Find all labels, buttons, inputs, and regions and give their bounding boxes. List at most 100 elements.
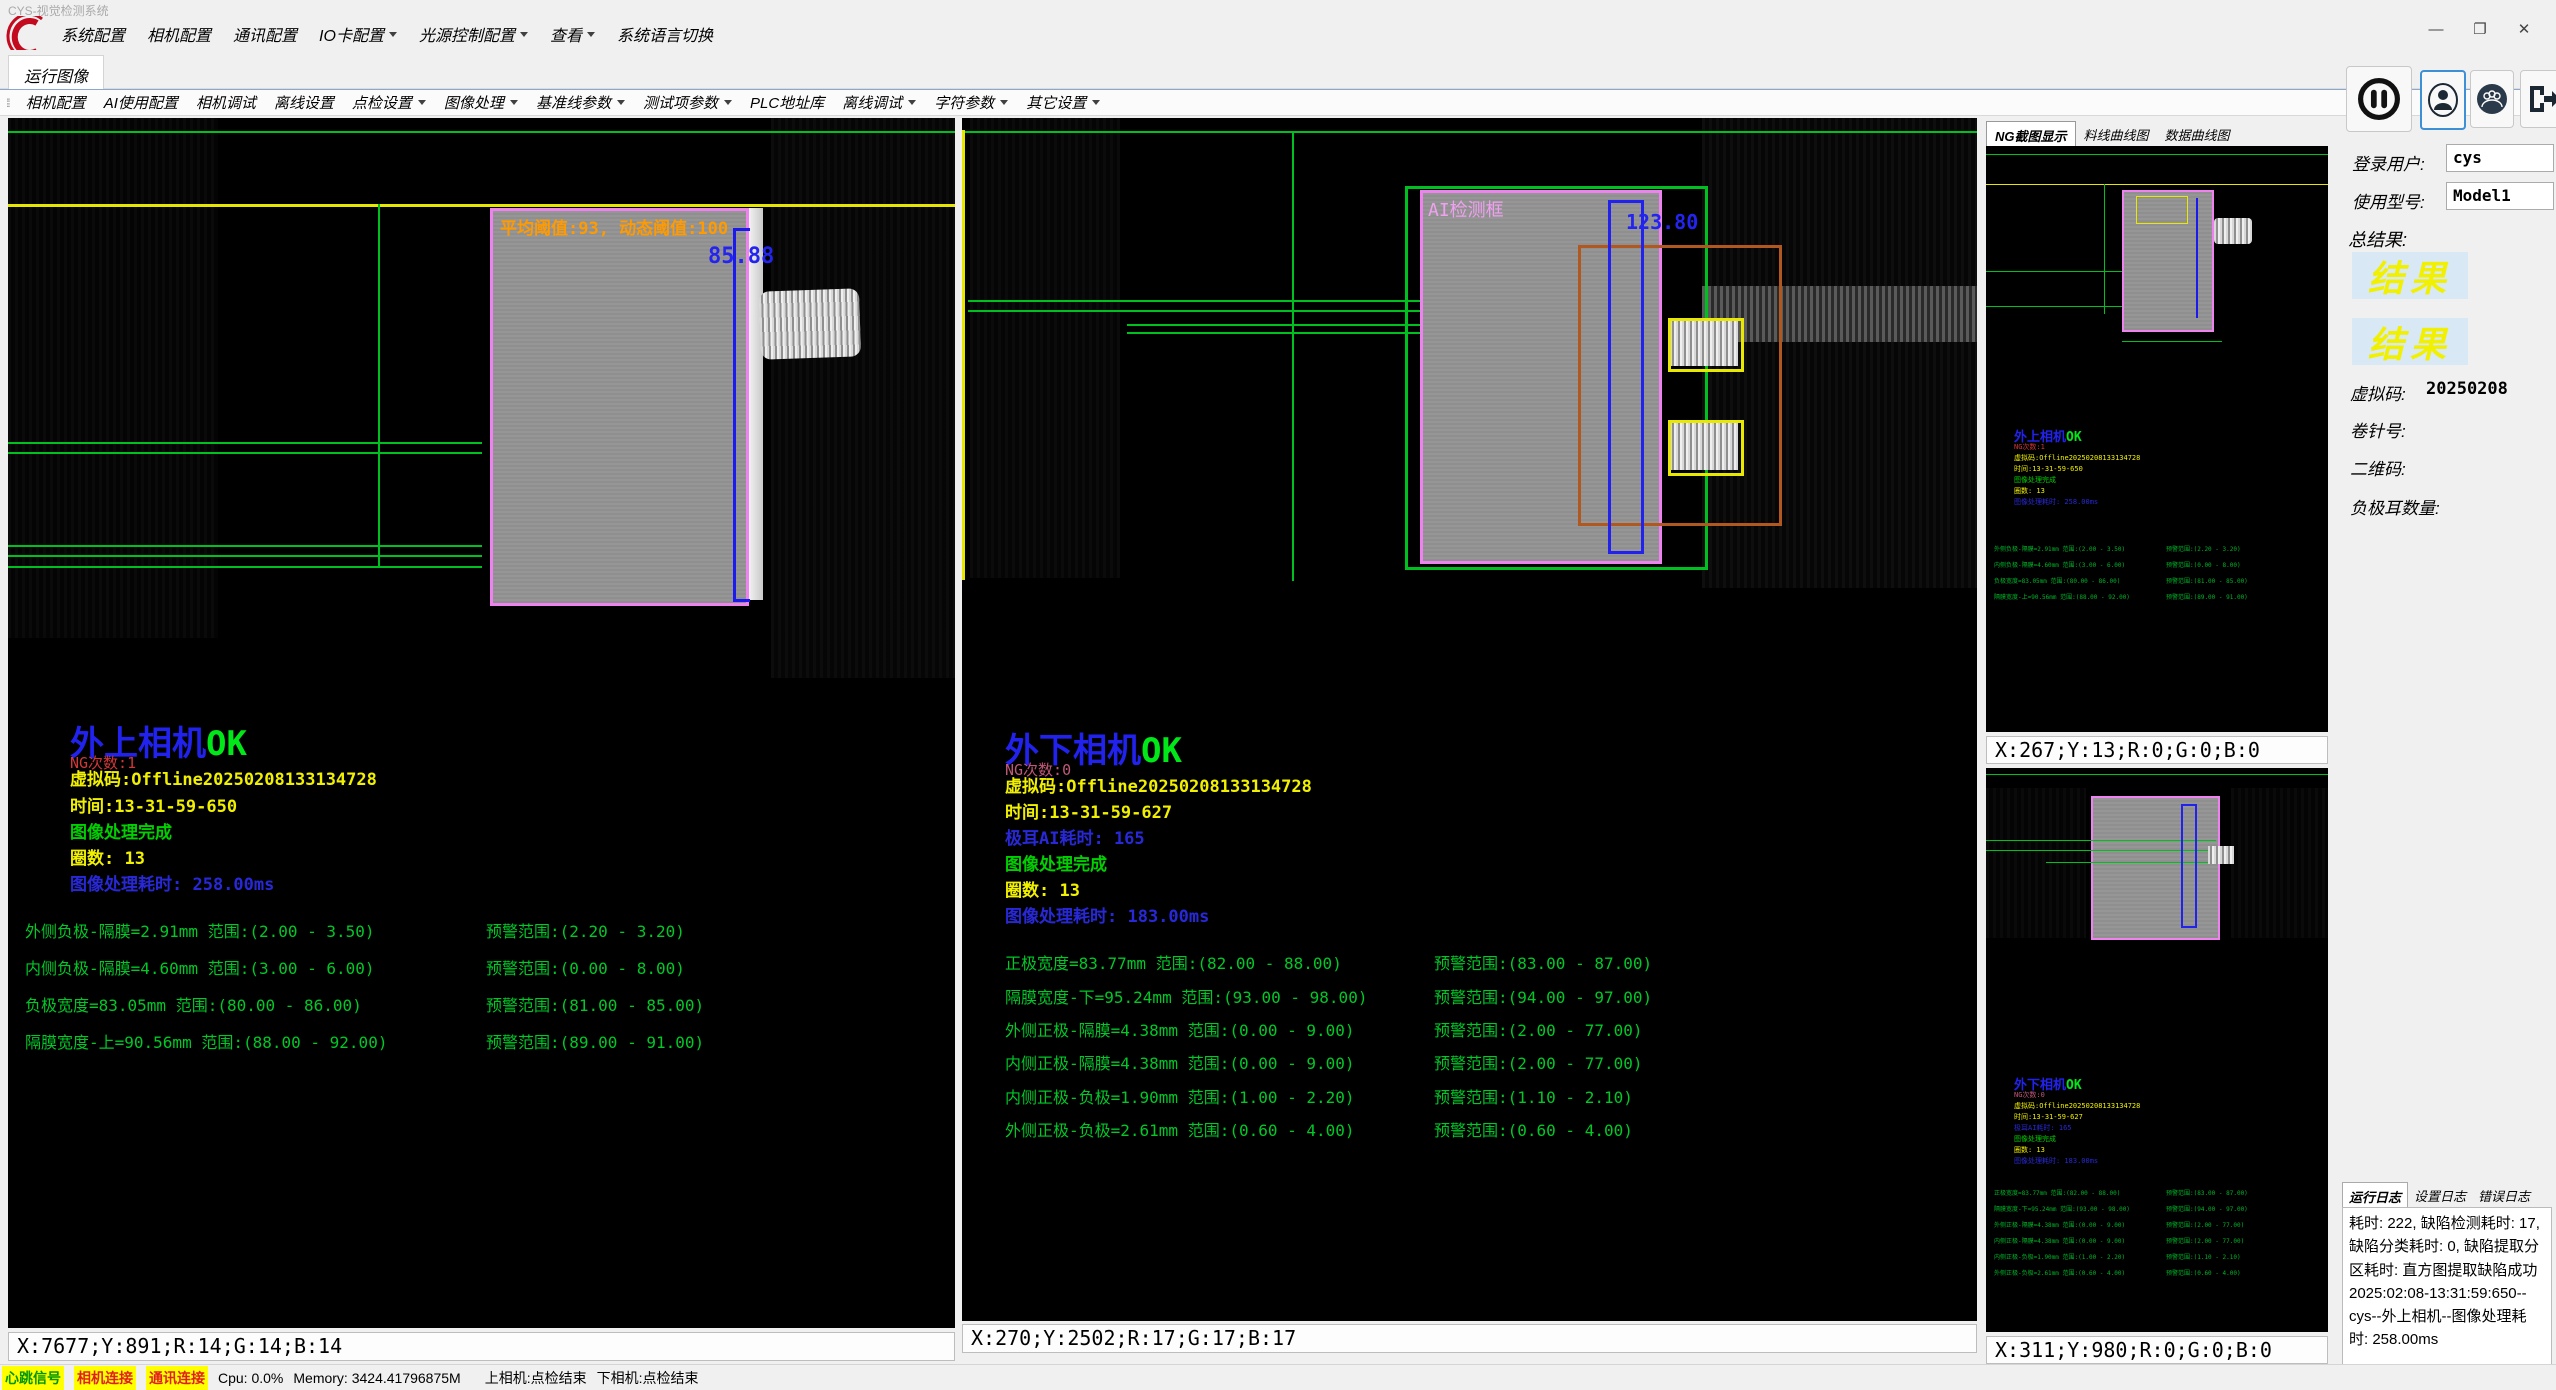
reference-line-vertical [2104, 184, 2105, 314]
tool-baseline-params[interactable]: 基准线参数 [527, 90, 634, 115]
menu-io-config[interactable]: IO卡配置 [310, 18, 406, 50]
close-button[interactable]: ✕ [2502, 16, 2546, 42]
mini-measurements: 正极宽度=83.77mm 范围:(82.00 - 88.00)预警范围:(83.… [1994, 1188, 2324, 1284]
reference-line [1986, 271, 2122, 272]
tab-ng-screenshot[interactable]: NG截图显示 [1986, 121, 2076, 149]
user-icon [2426, 80, 2460, 120]
user-button[interactable] [2420, 70, 2466, 130]
roller-texture [8, 118, 218, 638]
reference-line [1986, 774, 2328, 775]
model-input[interactable]: Model1 [2446, 182, 2554, 210]
virtual-code-label: 虚拟码: [2350, 380, 2406, 405]
tab-material-curve[interactable]: 料线曲线图 [2076, 121, 2157, 149]
menu-view[interactable]: 查看 [541, 18, 604, 50]
tool-spot-check[interactable]: 点检设置 [343, 90, 435, 115]
app-window: CYS-视觉检测系统 — ❐ ✕ 系统配置 相机配置 通讯配置 IO卡配置 光源… [0, 0, 2556, 1390]
reference-line [2122, 341, 2222, 342]
login-user-input[interactable]: cys [2446, 144, 2554, 172]
window-controls: — ❐ ✕ [2414, 16, 2546, 42]
preview1-pixel-readout: X:267;Y:13;R:0;G:0;B:0 [1986, 736, 2328, 764]
exit-icon [2524, 81, 2556, 117]
upper-camera-pixel-readout: X:7677;Y:891;R:14;G:14;B:14 [8, 1332, 955, 1361]
lower-camera-view[interactable]: AI检测框 123.80 外下相机OK NG次数:0 虚拟码:Offline20… [962, 118, 1977, 1321]
menu-system-config[interactable]: 系统配置 [52, 18, 134, 50]
chevron-down-icon [587, 32, 595, 37]
menu-bar: 系统配置 相机配置 通讯配置 IO卡配置 光源控制配置 查看 系统语言切换 [52, 18, 722, 50]
measurement-row: 隔膜宽度-上=90.56mm 范围:(88.00 - 92.00) 预警范围:(… [8, 1029, 955, 1049]
tool-offline-debug[interactable]: 离线调试 [833, 90, 925, 115]
baseline-yellow [1986, 184, 2328, 185]
comm-connection-status: 通讯连接 [146, 1366, 208, 1390]
mini-info-block: NG次数:0 虚拟码:Offline20250208133134728 时间:1… [2014, 1090, 2140, 1167]
preview-tab-bar: NG截图显示 料线曲线图 数据曲线图 [1986, 121, 2238, 149]
reference-line [8, 566, 482, 568]
loop-count: 圈数: 13 [1005, 876, 1080, 901]
reference-line [8, 555, 482, 557]
upper-camera-view[interactable]: 平均阈值:93, 动态阈值:100 85.88 外上相机OK NG次数:1 虚拟… [8, 118, 955, 1328]
tool-char-params[interactable]: 字符参数 [925, 90, 1017, 115]
reference-line-vertical [1292, 131, 1294, 581]
qr-code-label: 二维码: [2350, 455, 2406, 480]
total-result-label: 总结果: [2348, 226, 2407, 252]
tool-camera-config[interactable]: 相机配置 [17, 90, 95, 115]
mini-roller [1986, 788, 2086, 938]
restore-button[interactable]: ❐ [2458, 16, 2502, 42]
lower-camera-check-status: 下相机:点检结束 [597, 1368, 699, 1388]
reference-line [8, 131, 955, 133]
measurement-row: 内侧正极-隔膜=4.38mm 范围:(0.00 - 9.00) 预警范围:(2.… [962, 1050, 1977, 1070]
reference-line-vertical [378, 204, 380, 566]
tab-settings-log[interactable]: 设置日志 [2408, 1182, 2472, 1210]
result-badge-lower: 结果 [2352, 318, 2468, 365]
title-bar: CYS-视觉检测系统 [0, 0, 2556, 16]
tab-row: 运行图像 [0, 50, 2556, 89]
loop-count: 圈数: 13 [70, 844, 145, 869]
width-value-overlay: 123.80 [1626, 210, 1698, 234]
menu-comm-config[interactable]: 通讯配置 [224, 18, 306, 50]
mini-blue-box [2181, 804, 2197, 928]
camera-connection-status: 相机连接 [74, 1366, 136, 1390]
users-button[interactable] [2470, 70, 2514, 128]
ai-elapsed: 极耳AI耗时: 165 [1005, 824, 1145, 849]
logout-button[interactable] [2520, 70, 2556, 128]
tool-other-settings[interactable]: 其它设置 [1017, 90, 1109, 115]
status-bar: 心跳信号 相机连接 通讯连接 Cpu: 0.0% Memory: 3424.41… [0, 1364, 2556, 1390]
settings-toolbar: ⁞⁞ 相机配置 AI使用配置 相机调试 离线设置 点检设置 图像处理 基准线参数… [0, 89, 2556, 116]
cpu-usage: Cpu: 0.0% [218, 1370, 283, 1386]
mini-yellow-box [2136, 196, 2188, 224]
ng-preview-upper[interactable]: 外上相机OK NG次数:1 虚拟码:Offline202502081331347… [1986, 146, 2328, 732]
roller-texture [970, 118, 1120, 578]
mini-tab-texture [2214, 218, 2252, 244]
menu-camera-config[interactable]: 相机配置 [138, 18, 220, 50]
menu-light-config[interactable]: 光源控制配置 [410, 18, 537, 50]
model-label: 使用型号: [2352, 188, 2425, 213]
threshold-overlay: 平均阈值:93, 动态阈值:100 [500, 214, 728, 239]
tab-data-curve[interactable]: 数据曲线图 [2157, 121, 2238, 149]
tool-plc-address[interactable]: PLC地址库 [741, 90, 833, 115]
roller-texture [771, 118, 955, 678]
mini-roller [2231, 788, 2328, 938]
process-elapsed: 图像处理耗时: 183.00ms [1005, 902, 1209, 927]
edge-line-yellow [962, 130, 965, 580]
yellow-tab-box [1668, 420, 1744, 476]
chevron-down-icon [1000, 100, 1008, 105]
reference-line [968, 300, 1420, 302]
tab-run-log[interactable]: 运行日志 [2342, 1182, 2408, 1210]
toolbar-grip-icon[interactable]: ⁞⁞ [6, 96, 9, 110]
tool-offline-setting[interactable]: 离线设置 [265, 90, 343, 115]
tab-metal-texture [759, 288, 861, 359]
mini-measure-line [2196, 198, 2204, 318]
minimize-button[interactable]: — [2414, 16, 2458, 42]
capture-time: 时间:13-31-59-627 [1005, 798, 1172, 823]
pause-icon [2356, 76, 2402, 122]
menu-language-switch[interactable]: 系统语言切换 [608, 18, 722, 50]
baseline-yellow [8, 204, 955, 207]
measurement-row: 外侧正极-隔膜=4.38mm 范围:(0.00 - 9.00) 预警范围:(2.… [962, 1017, 1977, 1037]
ai-box-label: AI检测框 [1428, 196, 1504, 222]
tool-ai-use-config[interactable]: AI使用配置 [95, 90, 187, 115]
tool-test-params[interactable]: 测试项参数 [634, 90, 741, 115]
pause-button[interactable] [2346, 66, 2412, 132]
tab-error-log[interactable]: 错误日志 [2472, 1182, 2536, 1210]
tool-camera-debug[interactable]: 相机调试 [187, 90, 265, 115]
ng-preview-lower[interactable]: 外下相机OK NG次数:0 虚拟码:Offline202502081331347… [1986, 768, 2328, 1332]
tool-image-process[interactable]: 图像处理 [435, 90, 527, 115]
